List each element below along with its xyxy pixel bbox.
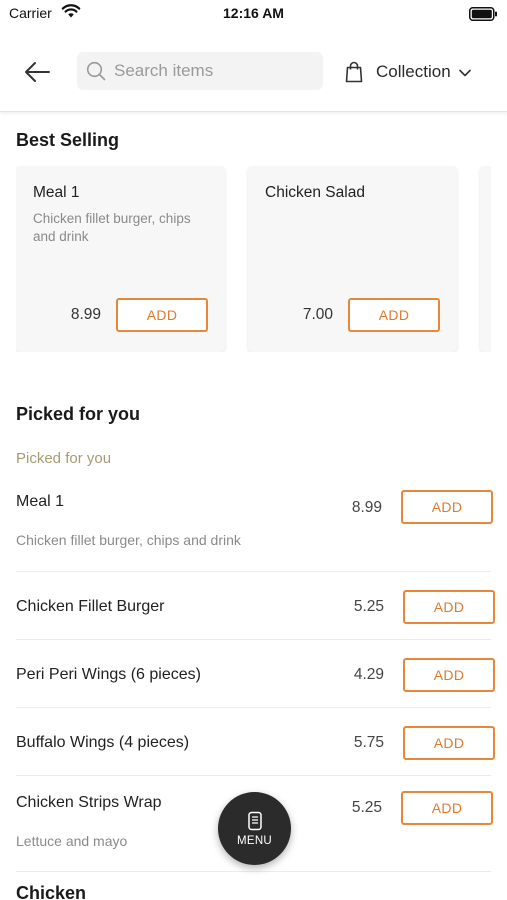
best-selling-card[interactable]: Meal 1 Chicken fillet burger, chips and … [16, 166, 225, 352]
item-name: Peri Peri Wings (6 pieces) [16, 666, 201, 683]
item-price: 8.99 [351, 499, 382, 516]
best-selling-carousel[interactable]: Meal 1 Chicken fillet burger, chips and … [16, 166, 491, 352]
menu-item-row[interactable]: Peri Peri Wings (6 pieces) 4.29 ADD [16, 640, 495, 708]
menu-book-icon [247, 811, 262, 830]
best-selling-title: Best Selling [16, 130, 120, 150]
item-price: 5.25 [351, 799, 382, 816]
search-bar[interactable] [77, 52, 323, 90]
menu-item-row[interactable]: Buffalo Wings (4 pieces) 5.75 ADD [16, 708, 495, 776]
top-bar: Collection [0, 40, 507, 112]
add-button[interactable]: ADD [403, 726, 495, 760]
item-name: Chicken Fillet Burger [16, 598, 165, 615]
search-icon [86, 61, 106, 81]
product-name: Meal 1 [33, 184, 80, 201]
chevron-down-icon [458, 69, 471, 77]
item-price: 4.29 [353, 666, 384, 683]
add-button[interactable]: ADD [401, 791, 493, 825]
status-bar: Carrier 12:16 AM [0, 0, 507, 28]
add-button[interactable]: ADD [348, 298, 440, 332]
product-description: Chicken fillet burger, chips and drink [33, 211, 191, 244]
add-button[interactable]: ADD [116, 298, 208, 332]
add-button[interactable]: ADD [403, 658, 495, 692]
item-price: 5.75 [353, 734, 384, 751]
collection-label: Collection [376, 62, 451, 81]
menu-item-row[interactable]: Meal 1 Chicken fillet burger, chips and … [16, 488, 493, 572]
back-button[interactable] [20, 58, 54, 86]
shopping-bag-icon [345, 61, 363, 83]
search-input[interactable] [114, 61, 304, 81]
menu-button-label: MENU [236, 834, 273, 847]
product-price: 8.99 [70, 306, 101, 323]
item-description: Chicken fillet burger, chips and drink [16, 532, 241, 548]
category-subheading: Picked for you [16, 450, 112, 467]
item-name: Meal 1 [16, 493, 65, 510]
menu-button[interactable]: MENU [218, 792, 291, 865]
item-name: Chicken Strips Wrap [16, 794, 162, 811]
collection-selector[interactable]: Collection [344, 58, 471, 86]
menu-item-row[interactable]: Chicken Fillet Burger 5.25 ADD [16, 572, 495, 640]
back-arrow-icon [25, 62, 50, 82]
best-selling-card-partial[interactable] [480, 166, 491, 352]
picked-for-you-title: Picked for you [16, 404, 141, 424]
battery-icon [469, 7, 498, 26]
add-button[interactable]: ADD [401, 490, 493, 524]
chicken-section-title: Chicken [16, 883, 87, 900]
item-name: Buffalo Wings (4 pieces) [16, 734, 190, 751]
item-price: 5.25 [353, 598, 384, 615]
product-name: Chicken Salad [265, 184, 365, 201]
clock-time: 12:16 AM [223, 5, 284, 21]
product-price: 7.00 [302, 306, 333, 323]
best-selling-card[interactable]: Chicken Salad 7.00 ADD [248, 166, 457, 352]
add-button[interactable]: ADD [403, 590, 495, 624]
item-description: Lettuce and mayo [16, 833, 128, 849]
